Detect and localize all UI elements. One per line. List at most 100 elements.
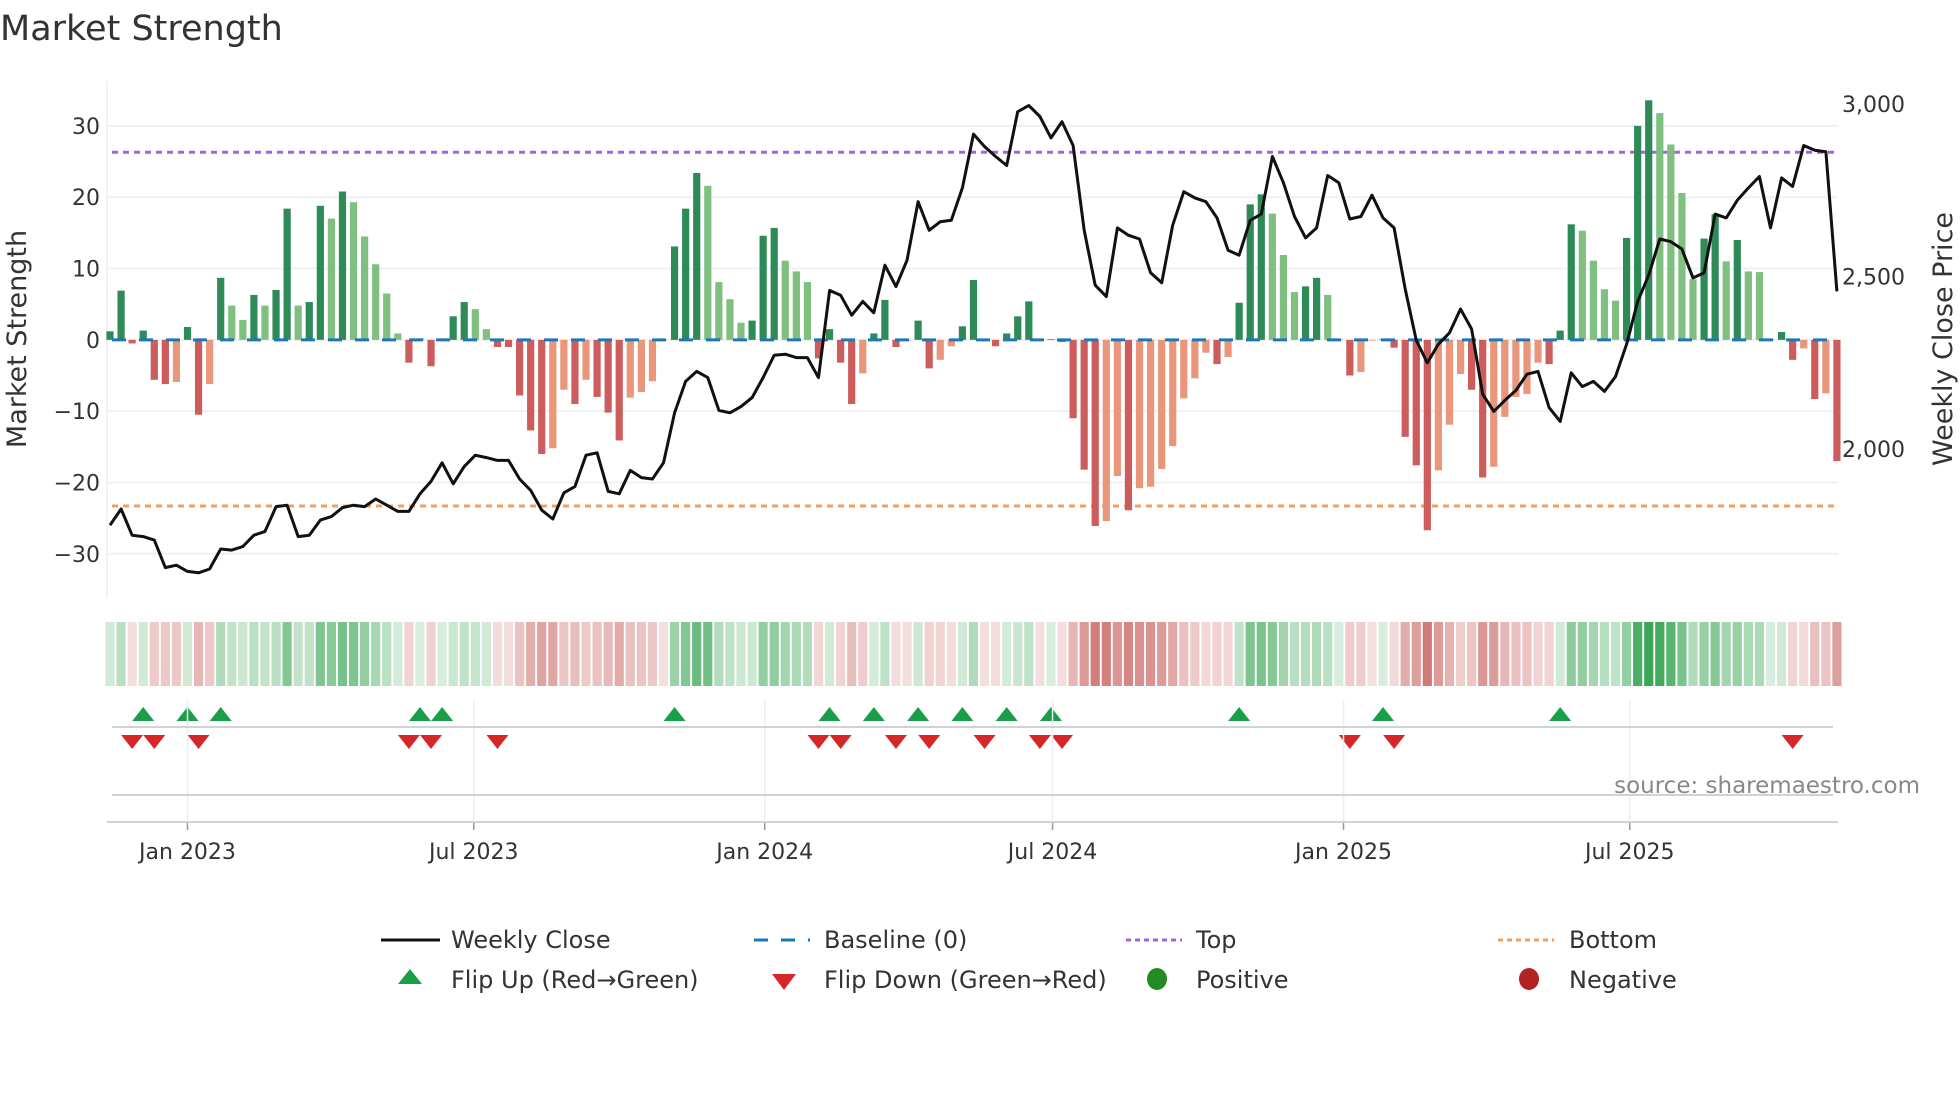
x-tick-label: Jul 2024 xyxy=(1006,840,1098,865)
positive-bar xyxy=(770,227,778,340)
flip-up-icon xyxy=(951,707,974,721)
strip-cell xyxy=(1300,622,1311,686)
negative-bar xyxy=(1169,339,1177,447)
strip-cell xyxy=(1489,622,1499,686)
strip-cell xyxy=(769,622,779,686)
negative-bar xyxy=(128,339,136,344)
strip-cell xyxy=(404,622,414,686)
positive-bar xyxy=(781,260,789,340)
legend-label: Bottom xyxy=(1569,926,1657,954)
strip-cell xyxy=(1201,622,1211,686)
strip-cell xyxy=(182,622,193,686)
strength-heat-strip xyxy=(105,622,1842,686)
positive-bar xyxy=(261,305,269,340)
negative-bar xyxy=(1445,339,1454,425)
x-tick-label: Jan 2025 xyxy=(1293,840,1392,865)
positive-bar xyxy=(748,320,756,340)
strip-cell xyxy=(1289,622,1300,686)
positive-bar xyxy=(1656,113,1664,340)
negative-bar xyxy=(1490,339,1498,467)
positive-bar xyxy=(792,271,800,340)
positive-bar xyxy=(1611,300,1620,340)
strip-cell xyxy=(1190,622,1200,686)
strip-cell xyxy=(1721,622,1731,686)
strip-cell xyxy=(1478,622,1488,686)
positive-bar xyxy=(250,294,258,340)
negative-bar xyxy=(549,339,557,449)
flip-down-triangle-icon xyxy=(772,974,796,990)
strip-cell xyxy=(1688,622,1698,686)
strip-cell xyxy=(1245,622,1255,686)
strip-cell xyxy=(1533,622,1543,686)
positive-bar xyxy=(803,282,812,340)
strip-cell xyxy=(1544,622,1554,686)
legend-item-flip-down: Flip Down (Green→Red) xyxy=(772,966,1107,994)
flip-down-icon xyxy=(1051,735,1074,749)
negative-bar xyxy=(1191,339,1199,379)
strip-cell xyxy=(636,622,646,686)
strip-cell xyxy=(1312,622,1322,686)
strip-cell xyxy=(979,622,990,686)
strip-cell xyxy=(470,622,480,686)
strip-cell xyxy=(1168,622,1178,686)
strip-cell xyxy=(1345,622,1355,686)
strip-cell xyxy=(537,622,547,686)
strip-cell xyxy=(1145,622,1156,686)
strip-cell xyxy=(371,622,381,686)
positive-bar xyxy=(239,319,247,340)
positive-bar xyxy=(1556,330,1564,340)
positive-bar xyxy=(958,326,966,340)
strip-cell xyxy=(271,622,281,686)
flip-down-icon xyxy=(807,735,830,749)
negative-bar xyxy=(1501,339,1509,417)
positive-bar xyxy=(825,329,834,340)
negative-bar xyxy=(1822,339,1830,394)
flip-up-icon xyxy=(1228,707,1251,721)
negative-bar xyxy=(571,339,579,405)
flip-up-icon xyxy=(132,707,155,721)
negative-bar xyxy=(593,339,601,397)
positive-bar xyxy=(1589,260,1597,340)
strip-cell xyxy=(1234,622,1244,686)
negative-bar xyxy=(1534,339,1542,363)
negative-bar xyxy=(427,339,435,367)
negative-bar xyxy=(161,339,169,385)
negative-bar xyxy=(1102,339,1110,521)
strip-cell xyxy=(1046,622,1056,686)
positive-bar xyxy=(1014,316,1022,340)
positive-bar xyxy=(449,316,457,340)
strip-cell xyxy=(603,622,613,686)
positive-bar xyxy=(183,327,192,340)
strip-cell xyxy=(891,622,901,686)
legend-label: Positive xyxy=(1196,966,1289,994)
positive-bar xyxy=(1313,277,1321,340)
negative-bar xyxy=(1401,339,1409,437)
positive-bar xyxy=(1755,272,1764,340)
strip-cell xyxy=(647,622,658,686)
positive-bar xyxy=(1578,230,1586,340)
flip-up-icon xyxy=(1549,707,1572,721)
positive-bar xyxy=(316,205,324,340)
strip-cell xyxy=(858,622,868,686)
negative-bar xyxy=(936,339,944,360)
negative-bar xyxy=(1202,339,1210,353)
strip-cell xyxy=(1389,622,1399,686)
strip-cell xyxy=(1699,622,1709,686)
strip-cell xyxy=(492,622,503,686)
strip-cell xyxy=(1400,622,1410,686)
flip-up-icon xyxy=(818,707,841,721)
negative-bar xyxy=(1357,339,1365,372)
strip-cell xyxy=(238,622,248,686)
legend-label: Top xyxy=(1195,926,1237,954)
negative-bar xyxy=(1456,339,1465,375)
negative-bar xyxy=(515,339,524,396)
strip-cell xyxy=(1644,622,1654,686)
positive-bar xyxy=(460,302,468,340)
negative-bar xyxy=(560,339,568,390)
strip-cell xyxy=(1212,622,1222,686)
positive-bar xyxy=(1324,294,1332,340)
strip-cell xyxy=(802,622,813,686)
strip-cell xyxy=(1112,622,1122,686)
strip-cell xyxy=(725,622,735,686)
legend-item-flip-up: Flip Up (Red→Green) xyxy=(398,966,699,994)
